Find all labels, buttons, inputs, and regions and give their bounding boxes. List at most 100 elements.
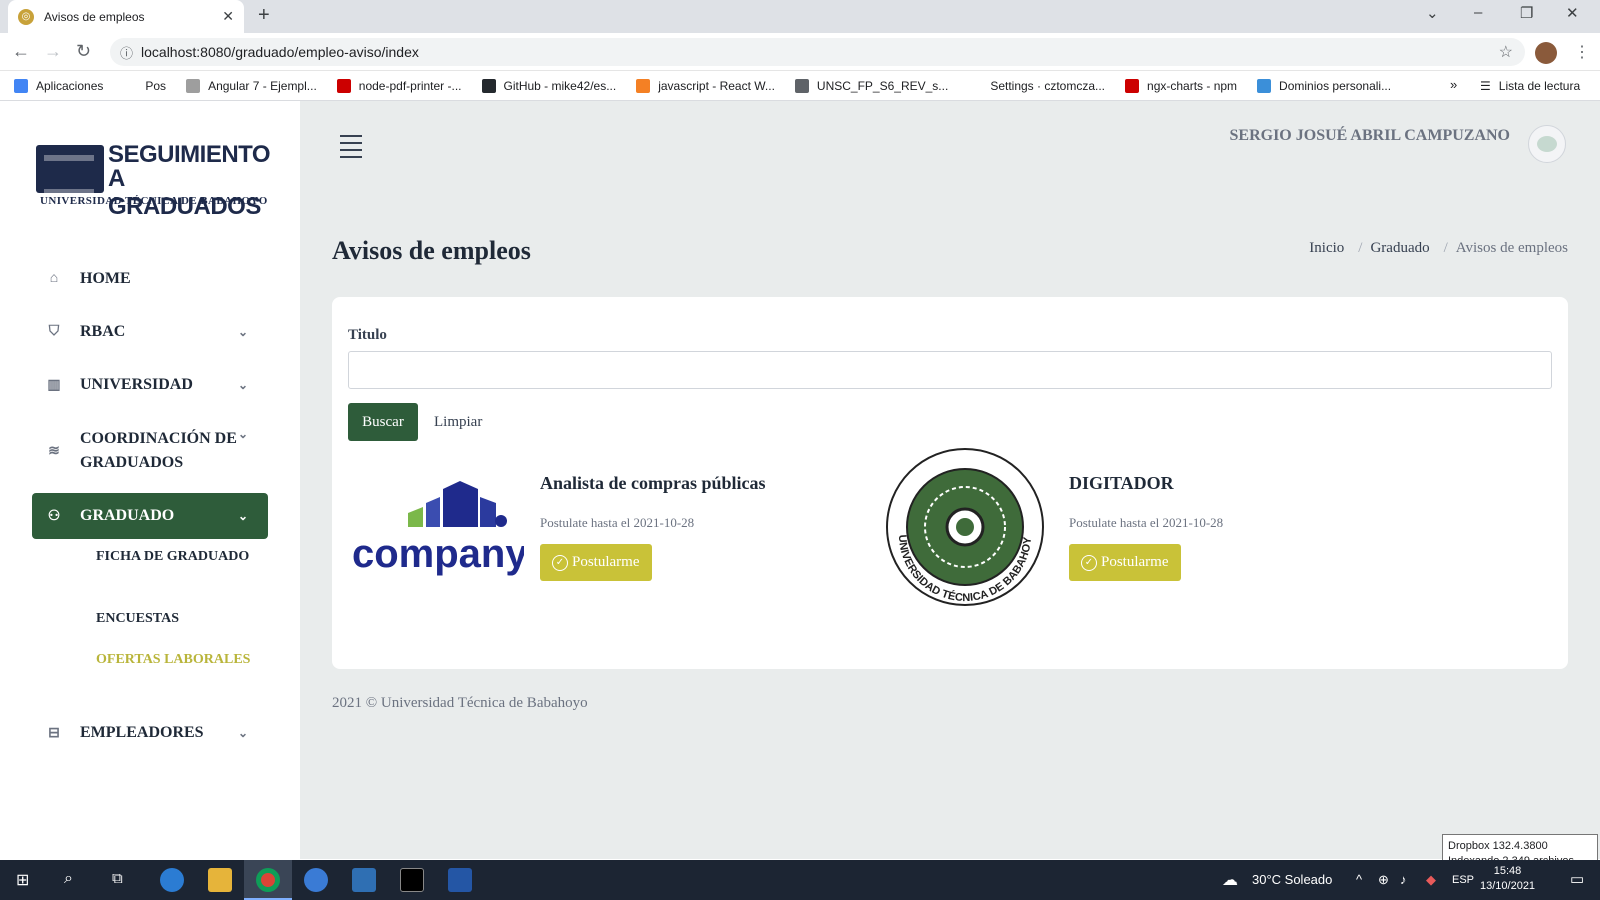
user-icon: ⚇ [47,508,61,524]
weather-text[interactable]: 30°C Soleado [1252,872,1332,887]
hamburger-menu-icon[interactable] [340,135,362,163]
sidebar-item-home[interactable]: ⌂ HOME [32,267,268,291]
page-title: Avisos de empleos [332,236,531,265]
company-logo-text: company [352,532,524,576]
building-icon: ▥ [47,377,61,393]
submenu-ofertas-laborales[interactable]: OFERTAS LABORALES [96,650,256,670]
apply-button[interactable]: ✓ Postularme [540,544,652,581]
minimize-button[interactable]: – [1474,4,1482,21]
tray-chevron-up-icon[interactable]: ^ [1356,872,1362,887]
job-title: DIGITADOR [1069,473,1174,493]
bookmark-item[interactable]: node-pdf-printer -... [336,78,462,93]
bookmark-item[interactable]: Aplicaciones [14,78,103,93]
sidebar-item-coordinacion[interactable]: ≋ COORDINACIÓN DE GRADUADOS ⌄ [32,427,268,475]
edge-icon[interactable] [160,868,184,892]
reading-list[interactable]: ☰ Lista de lectura [1480,79,1580,93]
logo-building-shape [426,497,440,527]
chevron-down-icon: ⌄ [237,427,248,441]
home-icon: ⌂ [49,271,59,286]
tab-search-icon[interactable]: ⌄ [1426,4,1439,22]
reload-icon[interactable]: ↻ [76,41,91,62]
bookmark-item[interactable]: Dominios personali... [1257,78,1391,93]
shield-icon: ⛉ [48,324,60,339]
sidebar-item-rbac[interactable]: ⛉ RBAC ⌄ [32,320,268,344]
bookmarks-overflow-icon[interactable]: » [1450,77,1457,92]
volume-icon[interactable]: ♪ [1400,872,1407,887]
chevron-down-icon: ⌄ [237,725,248,740]
submenu-encuestas[interactable]: ENCUESTAS [96,609,256,629]
bookmark-item[interactable]: Settings · cztomcza... [968,78,1105,93]
language-indicator[interactable]: ESP [1452,874,1474,886]
bookmark-item[interactable]: UNSC_FP_S6_REV_s... [794,78,948,93]
chevron-down-icon: ⌄ [237,324,248,339]
bookmark-icon [186,78,201,93]
breadcrumb: Inicio / Graduado / Avisos de empleos [1309,240,1568,257]
search-button[interactable]: Buscar [348,403,418,441]
browser-tab[interactable]: ◎ Avisos de empleos ✕ [8,0,244,33]
bookmark-item[interactable]: ngx-charts - npm [1125,78,1237,93]
breadcrumb-inicio[interactable]: Inicio [1309,240,1344,257]
firefox-icon[interactable] [304,868,328,892]
bookmark-star-icon[interactable]: ☆ [1499,42,1513,62]
bookmark-item[interactable]: javascript - React W... [636,78,775,93]
app-logo[interactable]: SEGUIMIENTO A GRADUADOS UNIVERSIDAD TÉCN… [36,141,280,220]
clock[interactable]: 15:48 13/10/2021 [1480,864,1535,894]
defender-icon[interactable] [352,868,376,892]
breadcrumb-graduado[interactable]: Graduado [1370,240,1429,257]
bookmark-icon [968,78,983,93]
logo-title-2: A GRADUADOS [108,165,261,220]
notifications-icon[interactable]: ▭ [1570,870,1584,888]
user-name[interactable]: SERGIO JOSUÉ ABRIL CAMPUZANO [1230,127,1511,145]
sidebar: SEGUIMIENTO A GRADUADOS UNIVERSIDAD TÉCN… [0,101,300,859]
powershell-icon[interactable] [448,868,472,892]
bookmark-icon [123,78,138,93]
job-deadline: Postulate hasta el 2021-10-28 [540,515,695,530]
back-icon[interactable]: ← [12,41,30,62]
close-window-button[interactable]: ✕ [1566,4,1579,22]
logo-building-shape [408,507,423,527]
bookmark-icon [1257,78,1272,93]
favicon-icon: ◎ [18,8,34,25]
network-icon[interactable]: ⊕ [1378,872,1389,888]
close-icon[interactable]: ✕ [222,8,234,25]
npm-icon [1125,78,1140,93]
sidebar-item-graduado[interactable]: ⚇ GRADUADO ⌄ [32,493,268,539]
profile-avatar[interactable] [1535,42,1557,64]
forward-icon[interactable]: → [44,41,62,62]
avatar[interactable] [1528,125,1566,163]
terminal-icon[interactable] [400,868,424,892]
title-search-input[interactable] [348,351,1552,389]
info-icon[interactable]: ⓘ [120,43,133,62]
github-icon [481,78,496,93]
restore-button[interactable]: ❐ [1520,4,1533,22]
bookmarks-bar: Aplicaciones Pos Angular 7 - Ejempl... n… [0,71,1600,101]
browser-tabstrip: ◎ Avisos de empleos ✕ + ⌄ – ❐ ✕ [0,0,1600,33]
dropbox-tray-icon[interactable]: ◆ [1426,872,1436,888]
briefcase-icon: ⊟ [48,725,60,741]
bookmark-item[interactable]: Angular 7 - Ejempl... [186,78,317,93]
file-explorer-icon[interactable] [208,868,232,892]
main-content: SERGIO JOSUÉ ABRIL CAMPUZANO Avisos de e… [300,101,1600,859]
sidebar-item-empleadores[interactable]: ⊟ EMPLEADORES ⌄ [32,721,268,745]
seal-center-dot [956,518,974,536]
apply-button[interactable]: ✓ Postularme [1069,544,1181,581]
logo-subtitle: UNIVERSIDAD TÉCNICA DE BABAHOYO [40,195,268,207]
task-view-icon[interactable]: ⧉ [112,870,123,887]
bookmark-item[interactable]: GitHub - mike42/es... [481,78,616,93]
search-icon[interactable]: ⌕ [64,870,73,888]
layers-icon: ≋ [48,443,60,459]
windows-start-icon[interactable]: ⊞ [16,870,29,890]
submenu-ficha-graduado[interactable]: FICHA DE GRADUADO [96,547,256,567]
new-tab-button[interactable]: + [258,4,270,27]
bookmark-item[interactable]: Pos [123,78,166,93]
check-circle-icon: ✓ [552,554,568,571]
url-input[interactable]: ⓘ localhost:8080/graduado/empleo-aviso/i… [110,38,1525,66]
job-card: company Analista de compras públicas Pos… [348,457,888,617]
logo-tree-shape [495,515,507,527]
clear-button[interactable]: Limpiar [434,403,482,441]
more-menu-icon[interactable]: ⋮ [1574,42,1590,62]
chrome-icon[interactable] [256,868,280,892]
job-title: Analista de compras públicas [540,473,766,493]
sidebar-item-universidad[interactable]: ▥ UNIVERSIDAD ⌄ [32,373,268,397]
stackoverflow-icon [636,78,651,93]
